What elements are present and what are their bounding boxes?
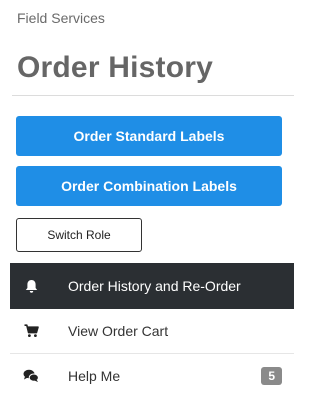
nav-item-label: Order History and Re-Order (68, 278, 241, 294)
nav-item-order-history[interactable]: Order History and Re-Order (10, 263, 294, 309)
nav-item-view-order-cart[interactable]: View Order Cart (10, 309, 294, 354)
divider (12, 95, 294, 96)
nav-item-help-me[interactable]: Help Me 5 (10, 354, 294, 394)
section-subtitle: Field Services (17, 10, 105, 26)
order-combination-labels-button[interactable]: Order Combination Labels (16, 166, 282, 206)
bell-icon (23, 278, 39, 294)
order-standard-labels-button[interactable]: Order Standard Labels (16, 116, 282, 156)
page: Field Services Order History Order Stand… (0, 0, 294, 394)
nav-item-label: Help Me (68, 368, 121, 384)
nav-item-label: View Order Cart (68, 323, 169, 339)
page-title: Order History (17, 51, 213, 84)
switch-role-button[interactable]: Switch Role (16, 218, 142, 252)
help-count-badge: 5 (261, 367, 282, 385)
cart-icon (23, 323, 39, 339)
chat-bubbles-icon (23, 368, 39, 384)
sidebar-nav: Order History and Re-Order View Order Ca… (10, 263, 294, 394)
